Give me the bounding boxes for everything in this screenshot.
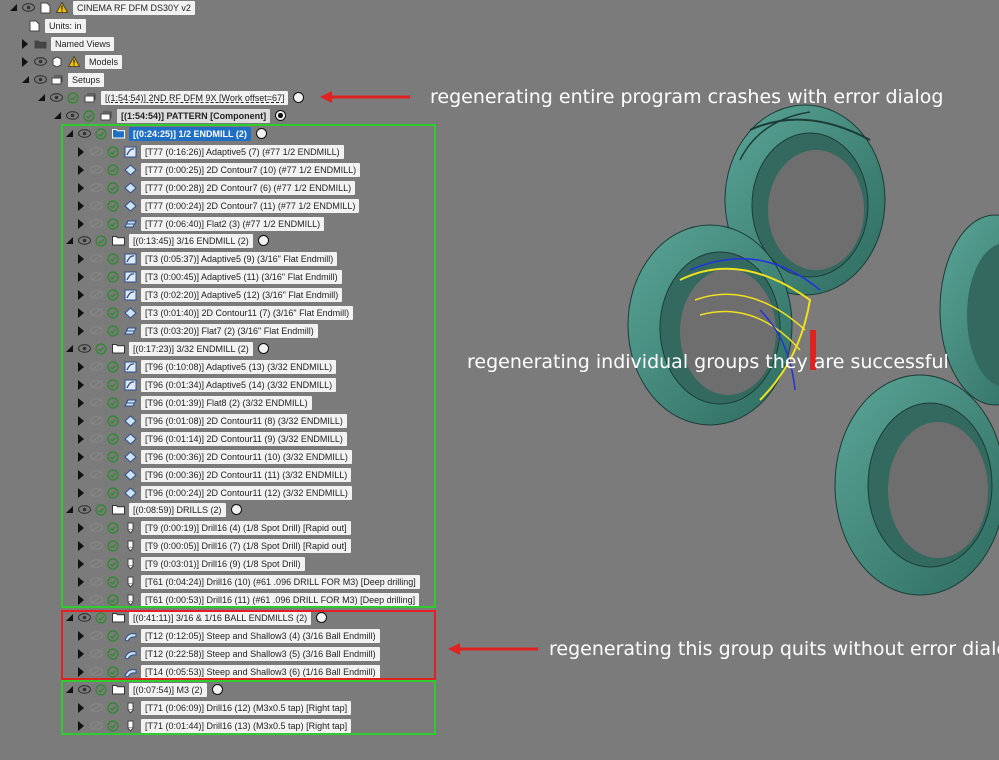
setup-label: [(1:54:54)] 2ND RF DFM 9X [Work offset=6…	[101, 90, 289, 105]
models-row[interactable]: Models	[20, 54, 123, 69]
pattern-row[interactable]: [(1:54:54)] PATTERN [Component]	[52, 108, 287, 123]
annotation-groups: regenerating individual groups they are …	[467, 351, 949, 373]
green-highlight-box	[61, 124, 436, 608]
eye-icon[interactable]	[21, 2, 35, 14]
component-icon	[50, 55, 64, 68]
arrow-left-icon	[320, 91, 410, 103]
eye-icon[interactable]	[49, 92, 63, 104]
units-label: Units: in	[45, 18, 86, 33]
setup-row[interactable]: [(1:54:54)] 2ND RF DFM 9X [Work offset=6…	[36, 90, 305, 105]
named-views-row[interactable]: Named Views	[20, 36, 115, 51]
eye-icon[interactable]	[65, 110, 79, 122]
expand-triangle-icon[interactable]	[20, 38, 30, 50]
arrow-left-icon	[448, 643, 538, 655]
browser-tree: CINEMA RF DFM DS30Y v2 Units: in Named V…	[0, 0, 460, 760]
part-3d-view[interactable]	[620, 100, 999, 600]
annotation-program: regenerating entire program crashes with…	[430, 86, 944, 108]
collapse-triangle-icon[interactable]	[20, 74, 30, 86]
green-highlight-box	[61, 680, 436, 735]
active-radio-icon[interactable]	[275, 110, 287, 121]
document-icon	[27, 20, 41, 32]
expand-triangle-icon[interactable]	[20, 56, 30, 68]
warning-icon	[67, 56, 81, 68]
check-circle-icon	[82, 109, 96, 122]
check-circle-icon	[66, 91, 80, 104]
ring-part-bottom	[834, 374, 999, 596]
setups-row[interactable]: Setups	[20, 72, 105, 87]
named-views-label: Named Views	[51, 36, 115, 51]
units-row[interactable]: Units: in	[24, 18, 86, 33]
collapse-triangle-icon[interactable]	[8, 2, 18, 14]
pattern-icon	[99, 110, 113, 122]
eye-icon[interactable]	[33, 74, 47, 86]
red-highlight-box	[61, 610, 436, 680]
folder-icon	[33, 38, 47, 50]
ring-part-right	[939, 214, 999, 406]
collapse-triangle-icon[interactable]	[36, 92, 46, 104]
annotation-ball-group: regenerating this group quits without er…	[549, 638, 999, 660]
tree-root-label: CINEMA RF DFM DS30Y v2	[73, 0, 195, 15]
pattern-label: [(1:54:54)] PATTERN [Component]	[117, 108, 271, 123]
eye-icon[interactable]	[33, 56, 47, 68]
setups-label: Setups	[68, 72, 105, 87]
collapse-triangle-icon[interactable]	[52, 110, 62, 122]
setups-icon	[50, 74, 64, 86]
models-label: Models	[85, 54, 123, 69]
warning-icon	[55, 2, 69, 14]
activate-radio-icon[interactable]	[293, 92, 305, 103]
document-icon	[38, 2, 52, 14]
tree-root-row[interactable]: CINEMA RF DFM DS30Y v2	[8, 0, 195, 15]
setup-icon	[83, 92, 97, 104]
